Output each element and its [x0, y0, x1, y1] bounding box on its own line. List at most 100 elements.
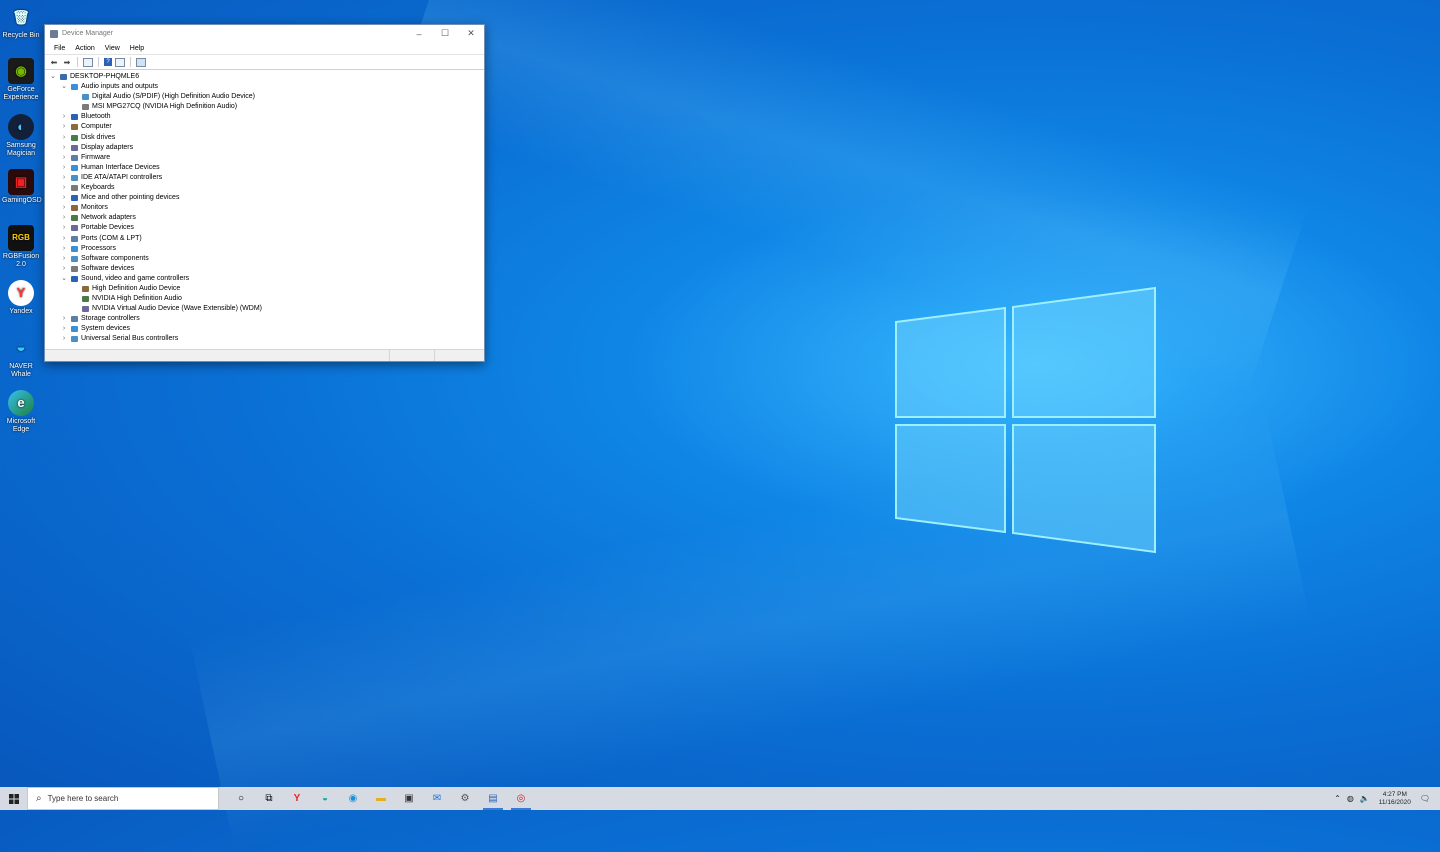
chevron-right-icon[interactable]: › — [60, 234, 68, 244]
tree-node[interactable]: ⌄ Audio inputs and outputs — [45, 82, 484, 92]
tree-node[interactable]: › Portable Devices — [45, 223, 484, 233]
menu-bar: File Action View Help — [45, 42, 484, 54]
chevron-right-icon[interactable]: › — [60, 334, 68, 344]
file-explorer-icon[interactable]: ▬ — [367, 787, 395, 810]
chevron-right-icon[interactable]: › — [60, 143, 68, 153]
tree-node[interactable]: › Human Interface Devices — [45, 163, 484, 173]
tree-node[interactable]: › Software devices — [45, 264, 484, 274]
device-icon — [71, 164, 78, 171]
network-icon[interactable]: ◍ — [1344, 794, 1357, 803]
desktop-icon-naver-whale[interactable]: ◒ NAVER Whale — [2, 335, 40, 379]
tree-node[interactable]: › Storage controllers — [45, 314, 484, 324]
tree-node[interactable]: › Keyboards — [45, 183, 484, 193]
maximize-button[interactable]: ☐ — [432, 25, 458, 42]
tree-node[interactable]: MSI MPG27CQ (NVIDIA High Definition Audi… — [45, 102, 484, 112]
chevron-right-icon[interactable]: › — [60, 183, 68, 193]
tree-node[interactable]: › Ports (COM & LPT) — [45, 234, 484, 244]
minimize-button[interactable]: – — [406, 25, 432, 42]
chevron-down-icon[interactable]: ⌄ — [60, 274, 68, 284]
tree-node[interactable]: ⌄ DESKTOP-PHQMLE6 — [45, 72, 484, 82]
tree-node[interactable]: › Firmware — [45, 153, 484, 163]
toolbar-separator — [98, 57, 99, 67]
status-pane — [390, 350, 435, 361]
chevron-down-icon[interactable]: ⌄ — [49, 72, 57, 82]
taskbar-search-box[interactable]: ⌕ Type here to search — [27, 787, 219, 810]
notification-icon[interactable]: 🗨 — [1417, 794, 1440, 803]
tree-node[interactable]: › Bluetooth — [45, 112, 484, 122]
chevron-right-icon[interactable]: › — [60, 133, 68, 143]
tree-node[interactable]: High Definition Audio Device — [45, 284, 484, 294]
tree-node[interactable]: › Universal Serial Bus controllers — [45, 334, 484, 344]
chevron-up-icon[interactable]: ⌃ — [1331, 794, 1344, 803]
chevron-right-icon[interactable]: › — [60, 213, 68, 223]
tree-node[interactable]: › Disk drives — [45, 133, 484, 143]
chevron-right-icon[interactable]: › — [60, 203, 68, 213]
chevron-right-icon[interactable]: › — [60, 254, 68, 264]
desktop-icon-label: Yandex — [9, 308, 33, 315]
chevron-right-icon[interactable]: › — [60, 223, 68, 233]
forward-arrow-icon[interactable]: ➡ — [62, 58, 72, 67]
title-bar[interactable]: Device Manager – ☐ ✕ — [45, 25, 484, 42]
tree-node[interactable]: › Software components — [45, 254, 484, 264]
taskbar-app-icon[interactable]: ⚙ — [451, 787, 479, 810]
desktop-icon-label: Microsoft Edge — [6, 418, 36, 433]
tree-node[interactable]: › System devices — [45, 324, 484, 334]
desktop-icon-gaming-osd[interactable]: ▣ GamingOSD — [2, 169, 42, 205]
help-icon[interactable]: ? — [104, 58, 112, 66]
tree-node-label: Software components — [81, 254, 149, 262]
device-icon — [71, 174, 78, 181]
tree-node[interactable]: › Display adapters — [45, 143, 484, 153]
cortana-icon[interactable]: ○ — [227, 787, 255, 810]
chevron-down-icon[interactable]: ⌄ — [60, 82, 68, 92]
chevron-right-icon[interactable]: › — [60, 244, 68, 254]
menu-help[interactable]: Help — [125, 45, 149, 52]
tree-node[interactable]: Digital Audio (S/PDIF) (High Definition … — [45, 92, 484, 102]
taskbar-yandex-icon[interactable]: Y — [283, 787, 311, 810]
tree-node[interactable]: ⌄ Sound, video and game controllers — [45, 274, 484, 284]
taskbar-naver-whale-icon[interactable]: ◒ — [311, 787, 339, 810]
menu-file[interactable]: File — [49, 45, 70, 52]
desktop-icon-samsung-magician[interactable]: ◐ Samsung Magician — [2, 114, 40, 158]
tree-node[interactable]: NVIDIA Virtual Audio Device (Wave Extens… — [45, 304, 484, 314]
chevron-right-icon[interactable]: › — [60, 173, 68, 183]
chevron-right-icon[interactable]: › — [60, 112, 68, 122]
tree-node[interactable]: › Mice and other pointing devices — [45, 193, 484, 203]
store-icon[interactable]: ▣ — [395, 787, 423, 810]
task-view-icon[interactable]: ⧉ — [255, 787, 283, 810]
menu-view[interactable]: View — [100, 45, 125, 52]
tree-node[interactable]: › Processors — [45, 244, 484, 254]
tree-node[interactable]: › Computer — [45, 122, 484, 132]
close-button[interactable]: ✕ — [458, 25, 484, 42]
desktop-icon-geforce[interactable]: ◉ GeForce Experience — [2, 58, 40, 102]
chevron-right-icon[interactable]: › — [60, 314, 68, 324]
chevron-right-icon[interactable]: › — [60, 264, 68, 274]
scan-hardware-icon[interactable] — [136, 57, 146, 67]
back-arrow-icon[interactable]: ⬅ — [49, 58, 59, 67]
tree-node[interactable]: › IDE ATA/ATAPI controllers — [45, 173, 484, 183]
desktop-icon-recycle-bin[interactable]: 🗑 Recycle Bin — [2, 4, 40, 40]
properties-icon[interactable] — [115, 57, 125, 67]
desktop-icon-rgb-fusion[interactable]: RGB RGBFusion 2.0 — [2, 225, 40, 269]
desktop-icon-yandex[interactable]: Y Yandex — [2, 280, 40, 316]
taskbar-edge-icon[interactable]: ◉ — [339, 787, 367, 810]
chevron-right-icon[interactable]: › — [60, 153, 68, 163]
clock[interactable]: 4:27 PM 11/16/2020 — [1373, 791, 1417, 807]
device-manager-window[interactable]: Device Manager – ☐ ✕ File Action View He… — [44, 24, 485, 362]
window-title: Device Manager — [62, 30, 113, 37]
desktop-icon-edge[interactable]: e Microsoft Edge — [2, 390, 40, 434]
start-button[interactable] — [0, 787, 27, 810]
tree-node[interactable]: › Monitors — [45, 203, 484, 213]
tree-node[interactable]: › Network adapters — [45, 213, 484, 223]
mail-icon[interactable]: ✉ — [423, 787, 451, 810]
chevron-right-icon[interactable]: › — [60, 163, 68, 173]
rgb-fusion-icon: RGB — [8, 225, 34, 251]
chevron-right-icon[interactable]: › — [60, 122, 68, 132]
chevron-right-icon[interactable]: › — [60, 193, 68, 203]
tree-node[interactable]: NVIDIA High Definition Audio — [45, 294, 484, 304]
taskbar-device-manager-icon[interactable]: ▤ — [479, 787, 507, 810]
menu-action[interactable]: Action — [70, 45, 99, 52]
show-hide-console-tree-icon[interactable] — [83, 57, 93, 67]
volume-icon[interactable]: 🔈 — [1357, 794, 1373, 803]
taskbar-media-icon[interactable]: ◎ — [507, 787, 535, 810]
chevron-right-icon[interactable]: › — [60, 324, 68, 334]
